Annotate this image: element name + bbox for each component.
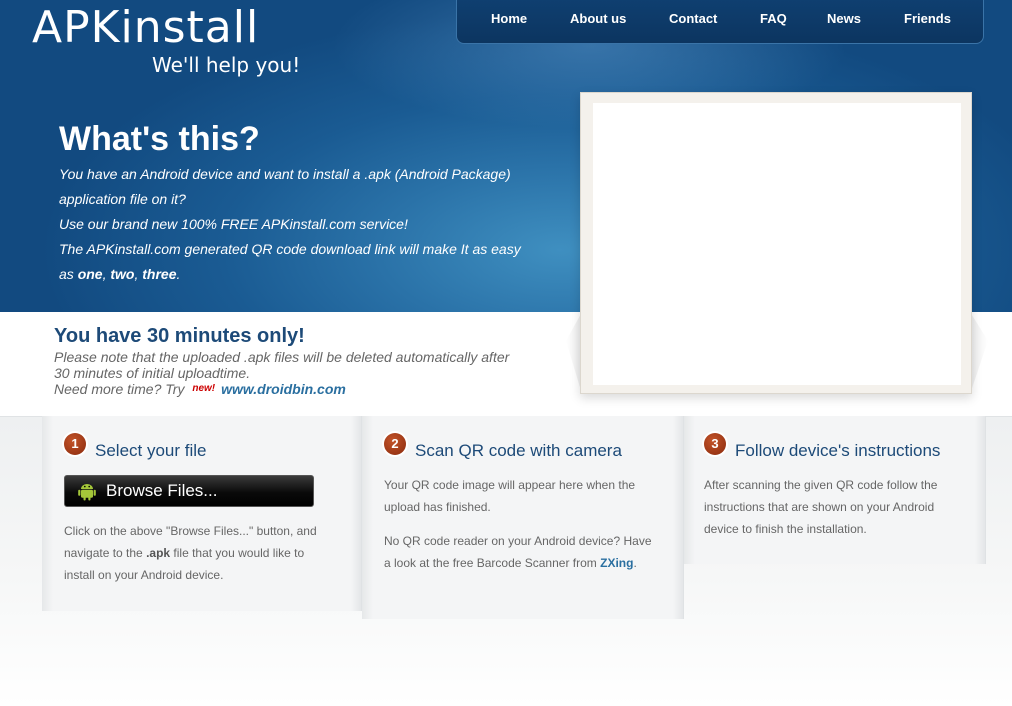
site-logo[interactable]: APKinstall (32, 2, 259, 53)
more-time-label: Need more time? Try (54, 381, 189, 397)
step-3-text: After scanning the given QR code follow … (704, 478, 938, 536)
hero-line-2: Use our brand new 100% FREE APKinstall.c… (59, 216, 408, 232)
step-2-text-1: Your QR code image will appear here when… (384, 478, 636, 514)
emphasis-one: one (77, 266, 103, 282)
browse-files-label: Browse Files... (106, 481, 218, 500)
nav-home[interactable]: Home (491, 11, 527, 26)
droidbin-link[interactable]: www.droidbin.com (221, 381, 346, 397)
notice-more-time: Need more time? Try new! www.droidbin.com (54, 381, 514, 397)
nav-faq[interactable]: FAQ (760, 11, 787, 26)
period: . (176, 266, 181, 282)
step-3-title: Follow device's instructions (735, 441, 941, 460)
notice-text: Please note that the uploaded .apk files… (54, 349, 514, 397)
period: . (633, 556, 637, 570)
step-1-text: Click on the above "Browse Files..." but… (64, 520, 336, 586)
step-2-badge: 2 (384, 433, 406, 455)
browse-files-button[interactable]: Browse Files... (64, 475, 314, 507)
android-icon (77, 481, 97, 501)
nav-about-us[interactable]: About us (570, 11, 626, 26)
notice-title: You have 30 minutes only! (54, 325, 305, 347)
new-badge: new! (192, 383, 216, 394)
apk-extension: .apk (146, 546, 171, 560)
site-tagline: We'll help you! (152, 53, 301, 77)
notice-description: Please note that the uploaded .apk files… (54, 349, 510, 381)
nav-contact[interactable]: Contact (669, 11, 717, 26)
step-3-badge: 3 (704, 433, 726, 455)
nav-news[interactable]: News (827, 11, 861, 26)
step-2-text-2: No QR code reader on your Android device… (384, 530, 660, 574)
qr-panel-shadow-right (970, 312, 988, 394)
hero-description: You have an Android device and want to i… (59, 162, 539, 287)
main-nav: Home About us Contact FAQ News Friends (456, 0, 984, 44)
qr-code-area (593, 103, 961, 385)
qr-code-panel (580, 92, 972, 394)
step-2-title: Scan QR code with camera (415, 441, 622, 460)
hero-line-1: You have an Android device and want to i… (59, 166, 511, 207)
zxing-link[interactable]: ZXing (600, 556, 633, 570)
emphasis-two: two (110, 266, 135, 282)
step-1-badge: 1 (64, 433, 86, 455)
step-1-title: Select your file (95, 441, 207, 460)
emphasis-three: three (142, 266, 177, 282)
nav-friends[interactable]: Friends (904, 11, 951, 26)
hero-title: What's this? (59, 120, 260, 158)
hero-line-3: The APKinstall.com generated QR code dow… (59, 237, 539, 287)
